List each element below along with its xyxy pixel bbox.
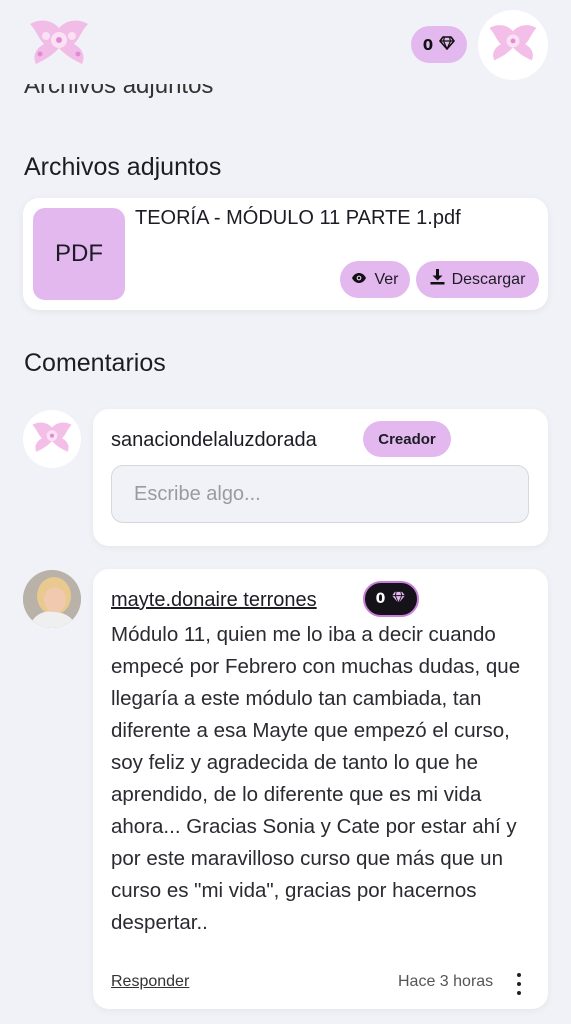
commenter-gem-count: 0: [375, 591, 386, 607]
creator-badge: Creador: [363, 421, 451, 457]
download-button[interactable]: Descargar: [416, 261, 539, 298]
diamond-icon: [391, 591, 406, 608]
comment-text: Módulo 11, quien me lo iba a decir cuand…: [111, 623, 521, 934]
commenter-username[interactable]: mayte.donaire terrones: [111, 589, 317, 612]
comment-composer: sanaciondelaluzdorada Creador Escribe al…: [93, 409, 548, 546]
file-name: TEORÍA - MÓDULO 11 PARTE 1.pdf: [135, 207, 461, 229]
composer-username[interactable]: sanaciondelaluzdorada: [111, 429, 317, 452]
download-label: Descargar: [451, 270, 526, 288]
brand-logo[interactable]: [22, 18, 96, 72]
comment-item: mayte.donaire terrones 0 Módulo 11, quie…: [93, 569, 548, 1009]
eye-icon: [351, 271, 367, 289]
top-bar: 0: [0, 0, 571, 90]
commenter-avatar[interactable]: [23, 570, 81, 628]
view-label: Ver: [374, 270, 399, 288]
gem-count: 0: [422, 35, 434, 54]
profile-avatar[interactable]: [478, 10, 548, 80]
more-options-icon[interactable]: [511, 973, 527, 995]
comment-input[interactable]: Escribe algo...: [111, 465, 529, 523]
view-button[interactable]: Ver: [340, 261, 410, 298]
attachments-title: Archivos adjuntos: [24, 153, 222, 181]
gem-counter[interactable]: 0: [411, 26, 467, 63]
comment-timestamp: Hace 3 horas: [398, 973, 494, 990]
scrolled-heading: Archivos adjuntos: [24, 84, 214, 99]
attachment-card: PDF TEORÍA - MÓDULO 11 PARTE 1.pdf Ver D…: [23, 198, 548, 310]
download-icon: [430, 269, 445, 290]
commenter-gem-badge: 0: [363, 581, 419, 617]
pdf-thumbnail[interactable]: PDF: [33, 208, 125, 300]
creator-avatar[interactable]: [23, 410, 81, 468]
comments-title: Comentarios: [24, 349, 166, 377]
diamond-icon: [439, 35, 456, 54]
reply-link[interactable]: Responder: [111, 973, 189, 991]
